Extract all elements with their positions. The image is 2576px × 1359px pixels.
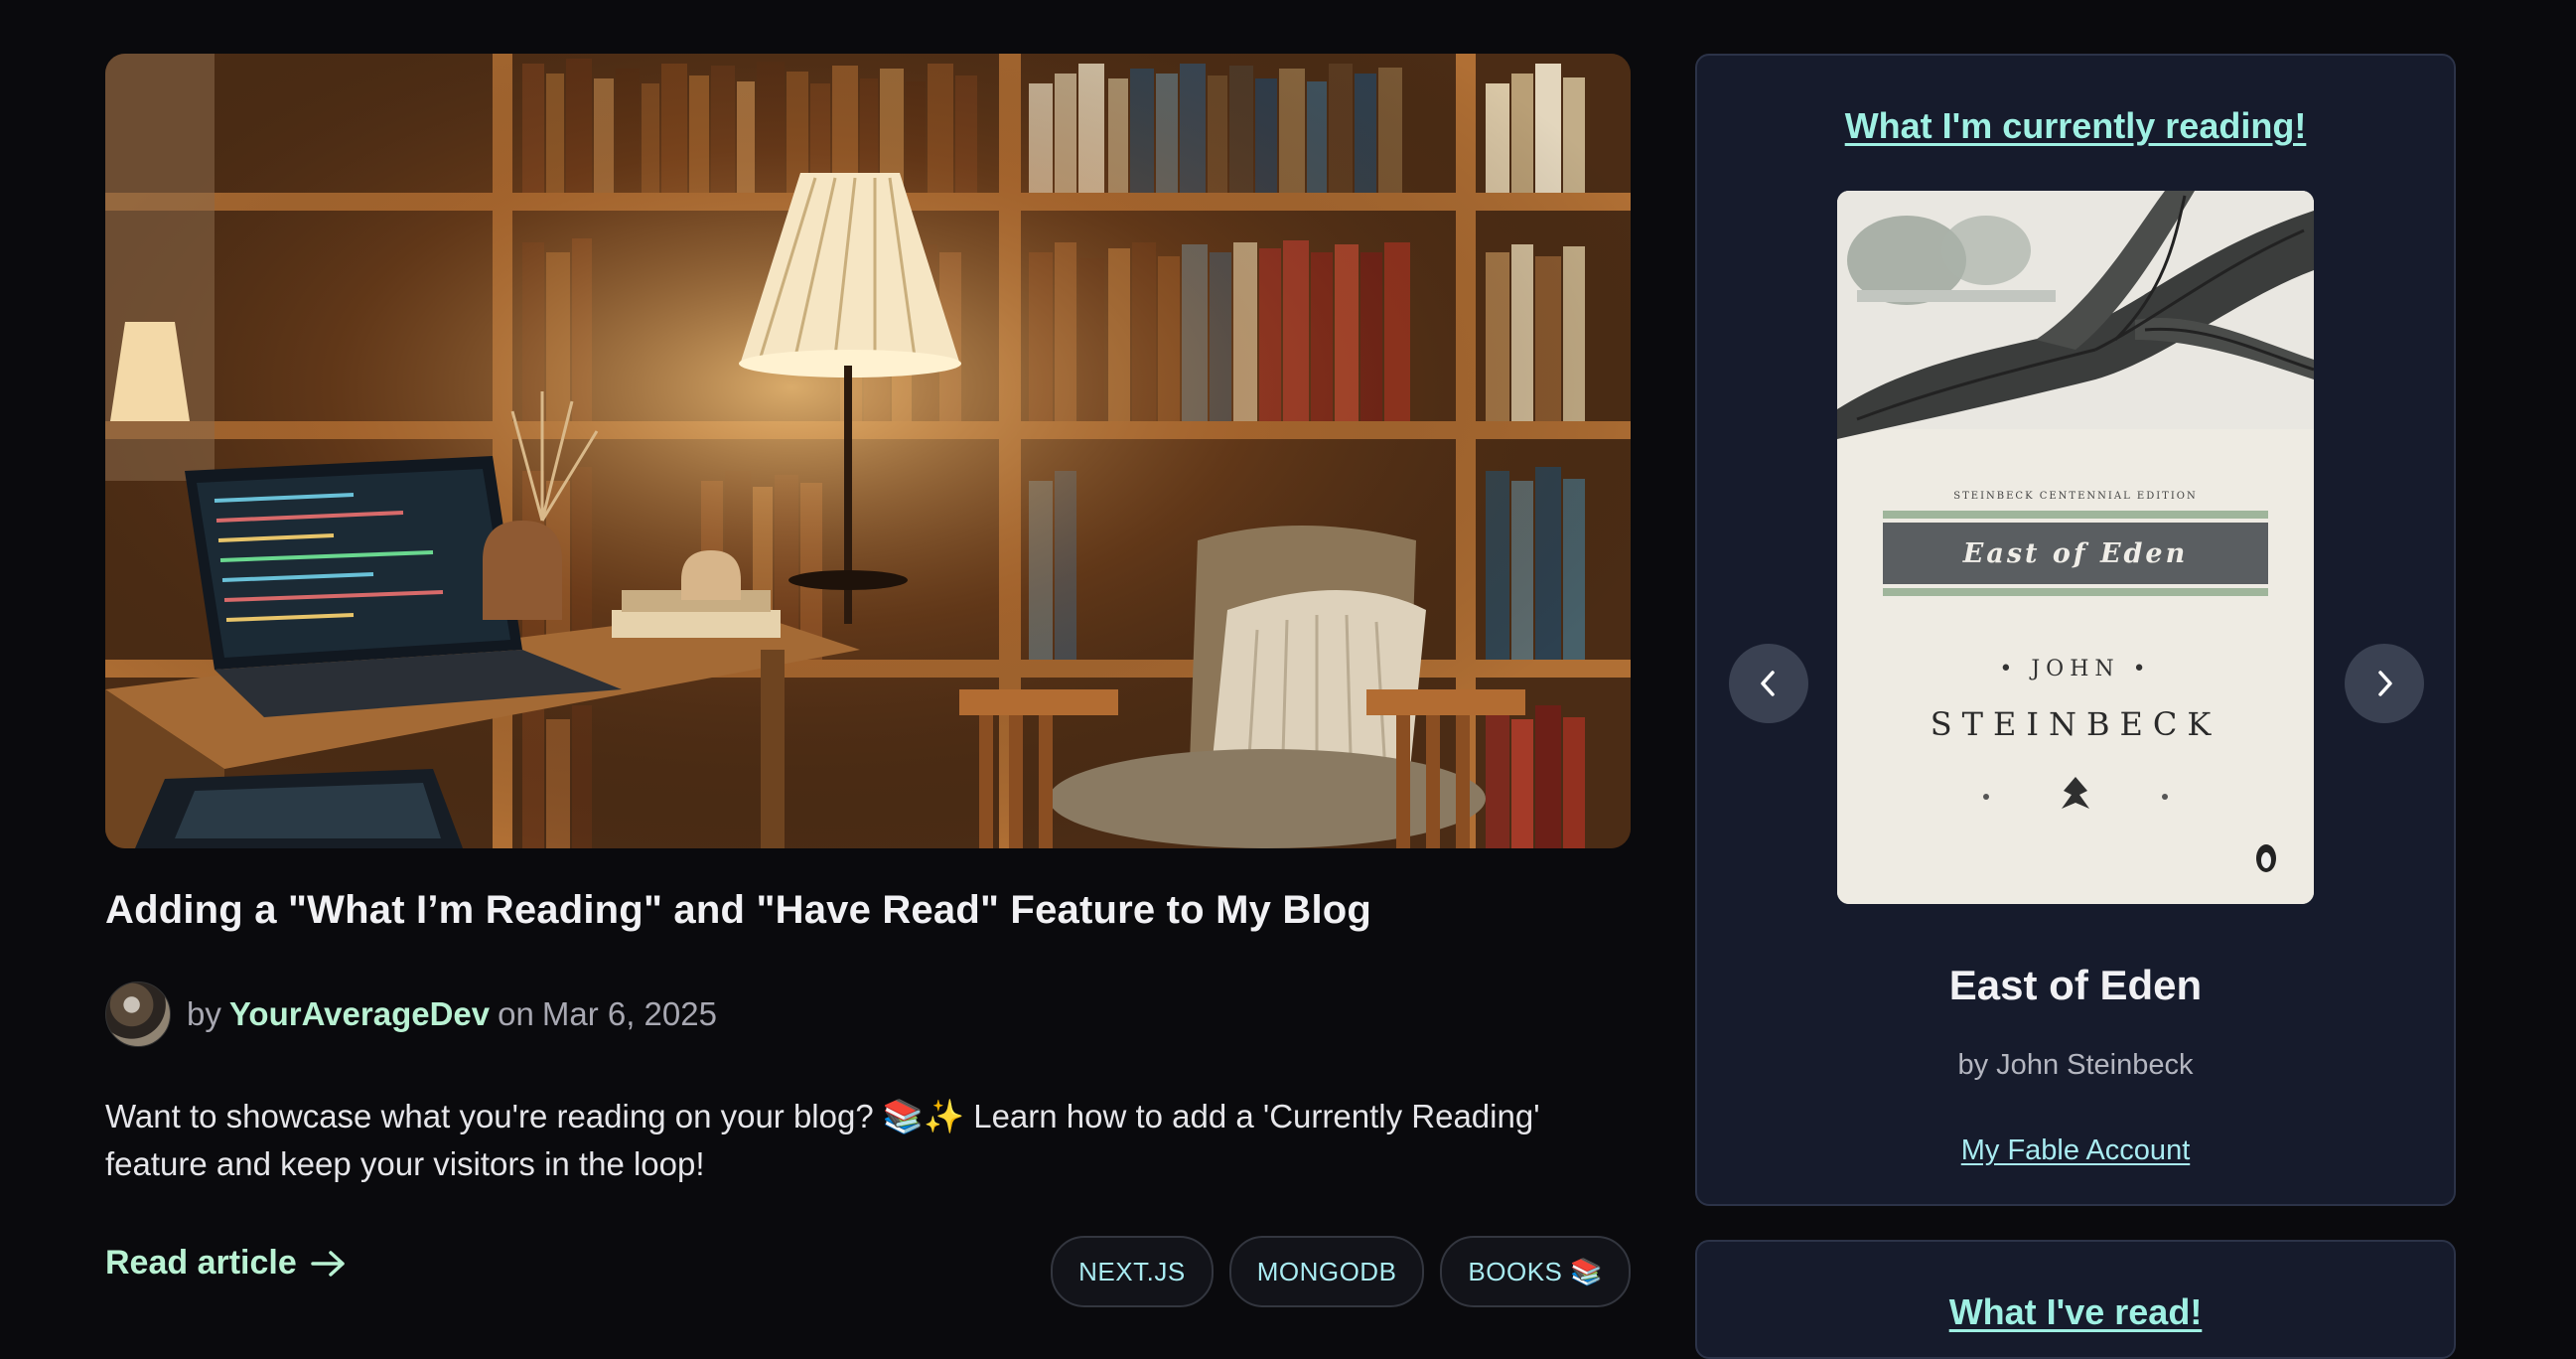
book-cover[interactable]: STEINBECK CENTENNIAL EDITION East of Ede…: [1837, 191, 2314, 904]
cover-author-last: STEINBECK: [1931, 705, 2221, 743]
have-read-heading[interactable]: What I've read!: [1697, 1291, 2454, 1333]
cover-edition-line: STEINBECK CENTENNIAL EDITION: [1953, 491, 2197, 502]
east-of-eden-cover-art: STEINBECK CENTENNIAL EDITION East of Ede…: [1837, 191, 2314, 904]
article-excerpt: Want to showcase what you're reading on …: [105, 1098, 1540, 1182]
article-hero-image[interactable]: [105, 54, 1631, 848]
book-title: East of Eden: [1948, 962, 2203, 1008]
tag-mongodb[interactable]: MONGODB: [1228, 1236, 1425, 1307]
on-label: on: [498, 995, 534, 1032]
arrow-right-icon: [311, 1250, 345, 1277]
author-link[interactable]: YourAverageDev: [229, 995, 490, 1033]
tag-books[interactable]: BOOKS 📚: [1440, 1236, 1631, 1307]
tag-nextjs[interactable]: NEXT.JS: [1051, 1236, 1214, 1307]
cover-title: East of Eden: [1962, 538, 2188, 569]
article-byline: by YourAverageDev on Mar 6, 2025: [105, 982, 1631, 1047]
author-avatar: [105, 982, 171, 1047]
read-article-label: Read article: [105, 1244, 297, 1282]
article-footer: Read article NEXT.JS MONGODB BOOKS 📚: [105, 1236, 1631, 1307]
book-author: by John Steinbeck: [1957, 1049, 2194, 1081]
currently-reading-card: What I'm currently reading! STEINBECK CE…: [1695, 54, 2456, 1206]
next-book-button[interactable]: [2345, 644, 2424, 723]
cover-author-first: • JOHN •: [1999, 657, 2151, 681]
have-read-card: What I've read!: [1695, 1240, 2456, 1359]
chevron-right-icon: [2378, 671, 2392, 696]
article-date: Mar 6, 2025: [541, 995, 717, 1032]
by-label: by: [187, 995, 221, 1032]
article-title[interactable]: Adding a "What I’m Reading" and "Have Re…: [105, 886, 1631, 934]
fable-account-link[interactable]: My Fable Account: [1697, 1134, 2454, 1167]
previous-book-button[interactable]: [1729, 644, 1808, 723]
tag-list: NEXT.JS MONGODB BOOKS 📚: [1051, 1236, 1631, 1307]
library-illustration: [105, 54, 1631, 848]
chevron-left-icon: [1761, 671, 1775, 696]
currently-reading-heading[interactable]: What I'm currently reading!: [1697, 105, 2454, 147]
article-card: Adding a "What I’m Reading" and "Have Re…: [105, 54, 1631, 1307]
read-article-link[interactable]: Read article: [105, 1244, 349, 1283]
